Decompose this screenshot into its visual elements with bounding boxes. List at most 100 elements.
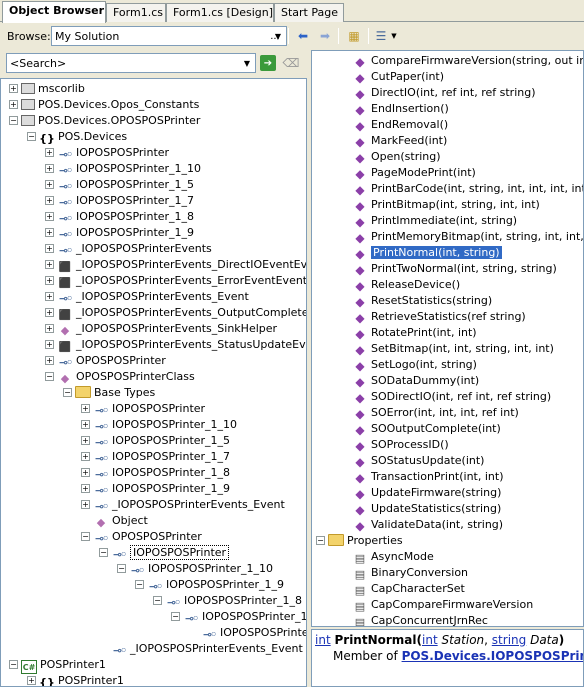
collapse-icon[interactable]: − — [9, 116, 18, 125]
tree-node[interactable]: +⬛_IOPOSPOSPrinterEvents_OutputCompleteE… — [45, 305, 306, 321]
tree-node[interactable]: + ⊸◦ IOPOSPOSPrinter_1_10 — [45, 161, 201, 177]
member-item[interactable]: ▤ CapCompareFirmwareVersion — [352, 597, 533, 613]
member-item[interactable]: ◆ SODirectIO(int, ref int, ref string) — [352, 389, 551, 405]
member-item[interactable]: ◆ SOStatusUpdate(int) — [352, 453, 484, 469]
tree-node[interactable]: + ⊸◦ IOPOSPOSPrinter_1_7 — [45, 193, 194, 209]
collapse-icon[interactable]: − — [153, 596, 162, 605]
expand-icon[interactable]: + — [9, 84, 18, 93]
member-item[interactable]: ◆ TransactionPrint(int, int) — [352, 469, 503, 485]
browse-scope-dropdown[interactable]: My Solution ▼ — [51, 26, 287, 46]
collapse-icon[interactable]: − — [171, 612, 180, 621]
member-item[interactable]: ◆ DirectIO(int, ref int, ref string) — [352, 85, 535, 101]
member-item[interactable]: ◆ SODataDummy(int) — [352, 373, 479, 389]
collapse-icon[interactable]: − — [117, 564, 126, 573]
tree-node[interactable]: + ⊸◦ IOPOSPOSPrinter_1_5 — [45, 177, 194, 193]
tab-start-page[interactable]: Start Page — [274, 3, 344, 22]
expand-icon[interactable]: + — [45, 356, 54, 365]
expand-icon[interactable]: + — [45, 148, 54, 157]
tree-node[interactable]: + ⊸◦ IOPOSPOSPrinter_1_5 — [81, 433, 230, 449]
collapse-icon[interactable]: − — [316, 536, 325, 545]
expand-icon[interactable]: + — [45, 292, 54, 301]
expand-icon[interactable]: + — [9, 100, 18, 109]
tree-node[interactable]: + ⊸◦ _IOPOSPOSPrinterEvents_Event — [45, 289, 249, 305]
collapse-icon[interactable]: − — [9, 660, 18, 669]
tree-node[interactable]: +⬛_IOPOSPOSPrinterEvents_StatusUpdateEve… — [45, 337, 306, 353]
expand-icon[interactable]: + — [27, 676, 36, 685]
tree-node[interactable]: +{} POSPrinter1 — [27, 673, 124, 686]
member-item[interactable]: ◆ ResetStatistics(string) — [352, 293, 492, 309]
member-item[interactable]: ◆ UpdateFirmware(string) — [352, 485, 501, 501]
expand-icon[interactable]: + — [45, 228, 54, 237]
tree-node[interactable]: −⊸◦IOPOSPOSPrinter_1_7 — [171, 609, 306, 625]
member-item[interactable]: ◆ SetBitmap(int, int, string, int, int) — [352, 341, 554, 357]
expand-icon[interactable]: + — [81, 500, 90, 509]
tree-node[interactable]: + ⊸◦ _IOPOSPOSPrinterEvents — [45, 241, 212, 257]
member-item[interactable]: ◆ RetrieveStatistics(ref string) — [352, 309, 525, 325]
expand-icon[interactable]: + — [45, 276, 54, 285]
expand-icon[interactable]: + — [81, 468, 90, 477]
collapse-icon[interactable]: − — [45, 372, 54, 381]
tree-node[interactable]: + ⊸◦ IOPOSPOSPrinter_1_7 — [81, 449, 230, 465]
expand-icon[interactable]: + — [81, 436, 90, 445]
tree-node[interactable]: + ⊸◦ IOPOSPOSPrinter_1_9 — [45, 225, 194, 241]
tree-node[interactable]: + ⊸◦ OPOSPOSPrinter — [45, 353, 166, 369]
member-item[interactable]: ▤ AsyncMode — [352, 549, 434, 565]
tree-node[interactable]: − ⊸◦ IOPOSPOSPrinter_1_8 — [153, 593, 302, 609]
member-item[interactable]: ◆ SOOutputComplete(int) — [352, 421, 500, 437]
tree-node[interactable]: − ⊸◦ OPOSPOSPrinter — [81, 529, 202, 545]
member-item[interactable]: ◆ PrintMemoryBitmap(int, string, int, int… — [352, 229, 583, 245]
tree-node[interactable]: + ⬛ _IOPOSPOSPrinterEvents_DirectIOEventEv… — [45, 257, 306, 273]
tree-node[interactable]: + ⊸◦ IOPOSPOSPrinter_1_9 — [81, 481, 230, 497]
tree-node[interactable]: + mscorlib — [9, 81, 85, 97]
member-item[interactable]: ◆ MarkFeed(int) — [352, 133, 447, 149]
settings-dropdown-arrow-icon[interactable]: ▼ — [389, 27, 399, 45]
member-item[interactable]: ◆ PrintBitmap(int, string, int, int) — [352, 197, 539, 213]
expand-icon[interactable]: + — [45, 180, 54, 189]
member-item[interactable]: ◆ EndRemoval() — [352, 117, 448, 133]
back-arrow-icon[interactable]: ⬅ — [294, 27, 312, 45]
member-item[interactable]: ◆ SOError(int, int, int, ref int) — [352, 405, 518, 421]
tree-node[interactable]: ◆ Object — [81, 513, 148, 529]
expand-icon[interactable]: + — [45, 244, 54, 253]
collapse-icon[interactable]: − — [99, 548, 108, 557]
clear-search-icon[interactable]: ⌫ — [283, 55, 300, 71]
expand-icon[interactable]: + — [45, 260, 54, 269]
expand-icon[interactable]: + — [45, 324, 54, 333]
tree-node[interactable]: + ⊸◦ IOPOSPOSPrinter_1_10 — [81, 417, 237, 433]
tab-form1-design[interactable]: Form1.cs [Design] — [166, 3, 274, 22]
expand-icon[interactable]: + — [81, 452, 90, 461]
tree-node[interactable]: + ⊸◦ IOPOSPOSPrinter_1_8 — [45, 209, 194, 225]
member-item[interactable]: ◆ PrintImmediate(int, string) — [352, 213, 517, 229]
tree-node[interactable]: ⊸◦ _IOPOSPOSPrinterEvents_Event — [99, 641, 303, 657]
tree-node[interactable]: + ⬛ _IOPOSPOSPrinterEvents_ErrorEventEvent… — [45, 273, 306, 289]
member-item[interactable]: ◆ ReleaseDevice() — [352, 277, 460, 293]
expand-icon[interactable]: + — [81, 484, 90, 493]
param1-type-link[interactable]: int — [422, 633, 438, 647]
forward-arrow-icon[interactable]: ➡ — [316, 27, 334, 45]
member-item[interactable]: ◆ UpdateStatistics(string) — [352, 501, 501, 517]
member-item[interactable]: ◆ PrintTwoNormal(int, string, string) — [352, 261, 556, 277]
param2-type-link[interactable]: string — [492, 633, 526, 647]
member-item[interactable]: ◆ SOProcessID() — [352, 437, 448, 453]
return-type-link[interactable]: int — [315, 633, 331, 647]
member-item[interactable]: ◆ PageModePrint(int) — [352, 165, 475, 181]
expand-icon[interactable]: + — [45, 340, 54, 349]
tree-node[interactable]: −{} POS.Devices — [27, 129, 127, 145]
members-list-pane[interactable]: ◆ CompareFirmwareVersion(string, out int)… — [311, 50, 584, 627]
expand-icon[interactable]: + — [81, 404, 90, 413]
add-reference-icon[interactable]: ▦ — [344, 27, 364, 45]
member-item[interactable]: ◆ ValidateData(int, string) — [352, 517, 503, 533]
objects-tree-pane[interactable]: + mscorlib + POS.Devices.Opos_Constants − POS… — [0, 78, 307, 687]
member-item[interactable]: ◆ SetLogo(int, string) — [352, 357, 477, 373]
member-item[interactable]: ◆ PrintBarCode(int, string, int, int, int… — [352, 181, 583, 197]
chevron-down-icon[interactable]: ▼ — [239, 54, 255, 72]
member-item[interactable]: ◆ CutPaper(int) — [352, 69, 444, 85]
search-go-icon[interactable]: ➔ — [260, 55, 276, 71]
member-item[interactable]: ◆ EndInsertion() — [352, 101, 448, 117]
tree-node[interactable]: + ⊸◦ IOPOSPOSPrinter_1_8 — [81, 465, 230, 481]
tree-node[interactable]: − ⊸◦ IOPOSPOSPrinter_1_9 — [135, 577, 284, 593]
member-of-link[interactable]: POS.Devices.IOPOSPOSPrinter — [402, 649, 583, 663]
settings-list-icon[interactable]: ☰ — [373, 27, 389, 45]
member-item[interactable]: ◆ PrintNormal(int, string) — [352, 245, 502, 261]
collapse-icon[interactable]: − — [27, 132, 36, 141]
